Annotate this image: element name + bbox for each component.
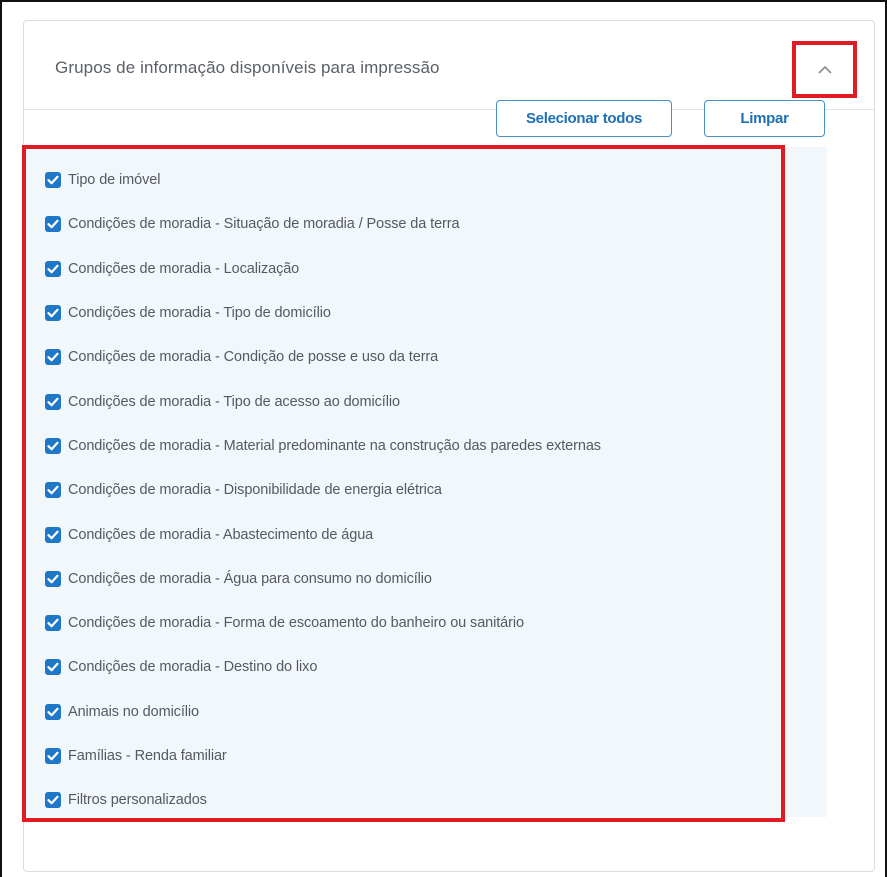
- checkbox-label: Condições de moradia - Tipo de domicílio: [68, 305, 331, 322]
- checkbox-item[interactable]: Condições de moradia - Condição de posse…: [45, 335, 601, 379]
- checkmark-icon: [47, 220, 59, 229]
- checkbox-label: Condições de moradia - Água para consumo…: [68, 570, 432, 587]
- checkbox-item[interactable]: Condições de moradia - Situação de morad…: [45, 202, 601, 246]
- checkbox-item[interactable]: Animais no domicílio: [45, 690, 601, 734]
- clear-button[interactable]: Limpar: [704, 100, 825, 137]
- panel-header: Grupos de informação disponíveis para im…: [24, 21, 874, 110]
- checkbox-label: Famílias - Renda familiar: [68, 748, 227, 764]
- checkmark-icon: [47, 574, 59, 584]
- panel-title: Grupos de informação disponíveis para im…: [55, 58, 440, 77]
- checkbox[interactable]: [45, 792, 61, 809]
- checkbox[interactable]: [45, 748, 61, 764]
- checkmark-icon: [47, 353, 59, 362]
- checkbox[interactable]: [45, 260, 61, 277]
- checkmark-icon: [47, 175, 59, 185]
- checkbox-label: Condições de moradia - Forma de escoamen…: [68, 615, 524, 632]
- checkmark-icon: [47, 397, 59, 406]
- checkbox[interactable]: [45, 703, 61, 720]
- checkbox-label: Filtros personalizados: [68, 792, 207, 809]
- checkmark-icon: [47, 485, 59, 495]
- checkbox-item[interactable]: Famílias - Renda familiar: [45, 734, 601, 778]
- checkbox[interactable]: [45, 393, 61, 410]
- checkbox-item[interactable]: Condições de moradia - Localização: [45, 247, 601, 291]
- checkbox-label: Condições de moradia - Destino do lixo: [68, 659, 318, 676]
- checkmark-icon: [47, 795, 59, 805]
- chevron-up-icon: [817, 65, 832, 74]
- checkmark-icon: [47, 264, 59, 274]
- checkbox[interactable]: [45, 659, 61, 676]
- checkbox-item[interactable]: Condições de moradia - Abastecimento de …: [45, 512, 601, 556]
- collapse-button[interactable]: [792, 41, 857, 98]
- checkmark-icon: [47, 707, 59, 717]
- checkbox[interactable]: [45, 526, 61, 543]
- checkbox[interactable]: [45, 615, 61, 632]
- checkbox-item[interactable]: Tipo de imóvel: [45, 158, 601, 202]
- checkbox-item[interactable]: Condições de moradia - Disponibilidade d…: [45, 468, 601, 512]
- checkbox-label: Tipo de imóvel: [68, 172, 161, 189]
- checkbox-item[interactable]: Condições de moradia - Tipo de acesso ao…: [45, 379, 601, 423]
- checkmark-icon: [47, 441, 59, 451]
- select-all-button[interactable]: Selecionar todos: [496, 100, 672, 137]
- checkbox[interactable]: [45, 305, 61, 322]
- checkbox-list: Tipo de imóvel Condições de moradia - Sit…: [45, 158, 601, 822]
- checkmark-icon: [47, 308, 59, 318]
- checkbox[interactable]: [45, 437, 61, 454]
- checkbox[interactable]: [45, 172, 61, 189]
- checkbox-item[interactable]: Condições de moradia - Água para consumo…: [45, 557, 601, 601]
- checkbox[interactable]: [45, 216, 61, 233]
- checkmark-icon: [47, 751, 59, 761]
- checkmark-icon: [47, 618, 59, 628]
- checkbox[interactable]: [45, 482, 61, 499]
- checkbox-label: Condições de moradia - Tipo de acesso ao…: [68, 393, 400, 410]
- checkbox-label: Condições de moradia - Condição de posse…: [68, 349, 439, 366]
- checkbox-label: Condições de moradia - Disponibilidade d…: [68, 482, 442, 499]
- checkbox-label: Condições de moradia - Localização: [68, 260, 300, 277]
- checkbox-label: Condições de moradia - Situação de morad…: [68, 216, 460, 233]
- checkbox-label: Animais no domicílio: [68, 703, 199, 720]
- checkbox[interactable]: [45, 349, 61, 366]
- checkbox-item[interactable]: Condições de moradia - Material predomin…: [45, 424, 601, 468]
- checkbox-item[interactable]: Condições de moradia - Forma de escoamen…: [45, 601, 601, 645]
- checkbox-item[interactable]: Filtros personalizados: [45, 778, 601, 822]
- checkbox-item[interactable]: Condições de moradia - Tipo de domicílio: [45, 291, 601, 335]
- checkmark-icon: [47, 663, 59, 672]
- checkbox-label: Condições de moradia - Abastecimento de …: [68, 526, 374, 543]
- checkbox-item[interactable]: Condições de moradia - Destino do lixo: [45, 645, 601, 689]
- checkbox[interactable]: [45, 570, 61, 587]
- checkbox-label: Condições de moradia - Material predomin…: [68, 437, 601, 454]
- checkmark-icon: [47, 530, 59, 539]
